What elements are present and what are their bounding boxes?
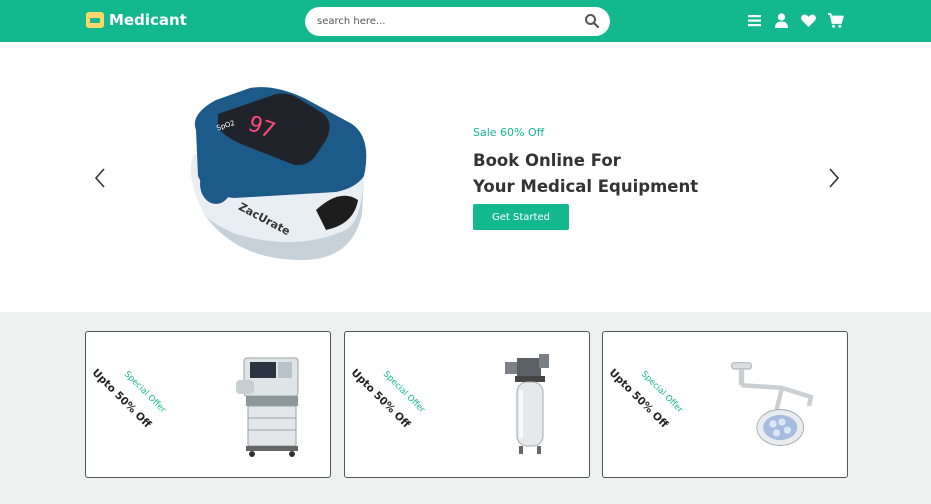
hero-slider [0, 42, 931, 312]
offer-text: Special Offer Upto 50% Off [90, 357, 180, 443]
header-actions [746, 12, 844, 29]
search-icon[interactable] [584, 13, 600, 29]
search-bar [305, 7, 610, 36]
cart-icon[interactable] [827, 12, 844, 29]
hero-headline: Book Online For Your Medical Equipment [473, 148, 698, 200]
offer-card[interactable]: Special Offer Upto 50% Off [85, 331, 331, 478]
get-started-button[interactable]: Get Started [473, 204, 569, 230]
offer-card[interactable]: Special Offer Upto 50% Off [602, 331, 848, 478]
offer-text: Special Offer Upto 50% Off [349, 357, 439, 443]
headline-line-2: Your Medical Equipment [473, 177, 699, 196]
chevron-left-icon[interactable] [92, 166, 108, 190]
air-compressor-image [505, 354, 549, 454]
top-navbar: Medicant [0, 0, 931, 42]
offer-text: Special Offer Upto 50% Off [607, 357, 697, 443]
store-icon [86, 12, 104, 28]
headline-line-1: Book Online For [473, 151, 621, 170]
brand-logo[interactable]: Medicant [86, 11, 187, 29]
surgical-light-image [731, 362, 814, 446]
menu-icon[interactable] [746, 12, 763, 29]
offer-card[interactable]: Special Offer Upto 50% Off [344, 331, 590, 478]
chevron-right-icon[interactable] [826, 166, 842, 190]
anesthesia-machine-image [236, 357, 299, 457]
heart-icon[interactable] [800, 12, 817, 29]
brand-name: Medicant [109, 11, 187, 29]
sale-text: Sale 60% Off [473, 126, 545, 139]
pulse-oximeter-image: 97 SpO2 ZacUrate [190, 87, 367, 260]
search-input[interactable] [317, 12, 567, 31]
user-icon[interactable] [773, 12, 790, 29]
